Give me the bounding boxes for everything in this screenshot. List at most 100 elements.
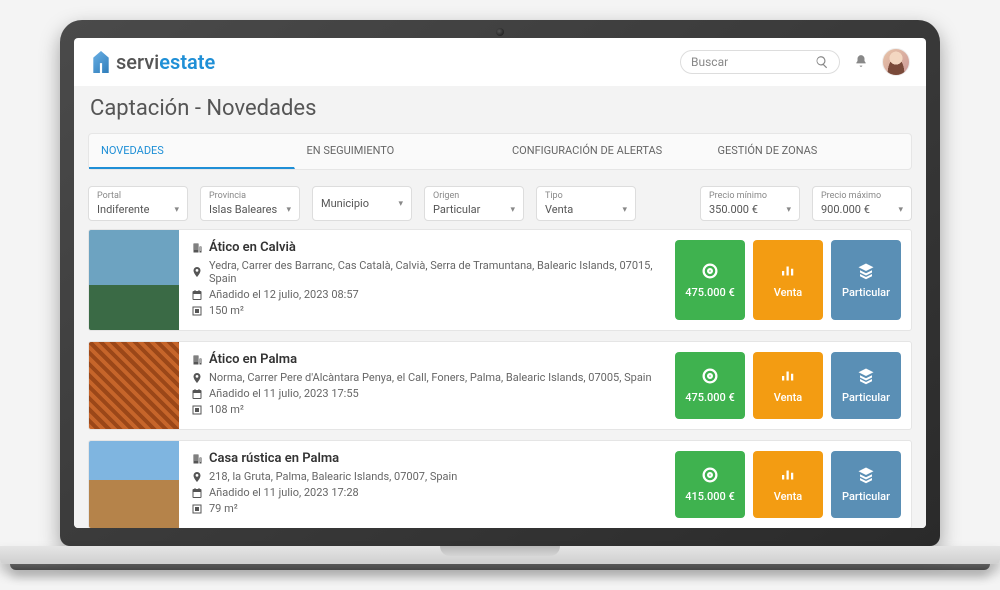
price-button[interactable]: 475.000 € <box>675 240 745 320</box>
filter-municipio[interactable]: Municipio▾ <box>312 186 412 221</box>
listing-row[interactable]: Ático en Palma Norma, Carrer Pere d'Alcà… <box>88 341 912 430</box>
listing-date: Añadido el 11 julio, 2023 17:55 <box>191 387 653 400</box>
listing-info: Casa rústica en Palma 218, la Gruta, Pal… <box>179 441 665 528</box>
calendar-icon <box>191 388 203 400</box>
origin-button[interactable]: Particular <box>831 352 901 419</box>
bars-icon <box>779 466 797 484</box>
brand-text-right: estate <box>159 50 215 74</box>
listing-thumbnail <box>89 342 179 429</box>
listing-area: 79 m² <box>191 502 653 515</box>
bars-icon <box>779 262 797 280</box>
chevron-down-icon: ▾ <box>174 205 179 215</box>
listing-actions: 475.000 € Venta Particular <box>665 342 911 429</box>
screen: serviestate Buscar Captación - Novedades <box>74 38 926 528</box>
listing-date: Añadido el 12 julio, 2023 08:57 <box>191 288 653 301</box>
bell-icon[interactable] <box>854 53 868 72</box>
listings: Ático en Calvià Yedra, Carrer des Barran… <box>88 229 912 528</box>
listing-date: Añadido el 11 julio, 2023 17:28 <box>191 486 653 499</box>
chevron-down-icon: ▾ <box>398 199 403 209</box>
tab-zonas[interactable]: GESTIÓN DE ZONAS <box>706 134 912 169</box>
page-title: Captación - Novedades <box>88 86 912 133</box>
chevron-down-icon: ▾ <box>622 205 627 215</box>
filter-value: Islas Baleares <box>209 203 277 216</box>
filter-value: Particular <box>433 203 480 216</box>
listing-area: 108 m² <box>191 403 653 416</box>
price-button[interactable]: 475.000 € <box>675 352 745 419</box>
filter-tipo[interactable]: Tipo Venta ▾ <box>536 186 636 221</box>
deal-button[interactable]: Venta <box>753 352 823 419</box>
target-icon <box>701 262 719 280</box>
listing-info: Ático en Calvià Yedra, Carrer des Barran… <box>179 230 665 330</box>
filter-precio-min[interactable]: Precio mínimo 350.000 € ▾ <box>700 186 800 221</box>
tab-novedades[interactable]: NOVEDADES <box>89 134 295 169</box>
filter-label: Portal <box>97 191 179 201</box>
brand-logo[interactable]: serviestate <box>90 50 215 74</box>
filter-row: Portal Indiferente ▾ Provincia Islas Bale… <box>88 170 912 229</box>
area-icon <box>191 404 203 416</box>
tab-alertas[interactable]: CONFIGURACIÓN DE ALERTAS <box>500 134 706 169</box>
deal-button[interactable]: Venta <box>753 240 823 320</box>
listing-actions: 415.000 € Venta Particular <box>665 441 911 528</box>
building-icon <box>191 242 203 254</box>
filter-value: Venta <box>545 203 573 216</box>
deal-button[interactable]: Venta <box>753 451 823 518</box>
app-header: serviestate Buscar <box>74 38 926 86</box>
price-button[interactable]: 415.000 € <box>675 451 745 518</box>
filter-value: 350.000 € <box>709 203 758 216</box>
listing-actions: 475.000 € Venta Particular <box>665 230 911 330</box>
header-actions: Buscar <box>680 48 910 76</box>
chevron-down-icon: ▾ <box>898 205 903 215</box>
bars-icon <box>779 367 797 385</box>
tab-seguimiento[interactable]: EN SEGUIMIENTO <box>295 134 501 169</box>
laptop-mockup: serviestate Buscar Captación - Novedades <box>60 20 940 570</box>
building-icon <box>191 354 203 366</box>
filter-label: Precio mínimo <box>709 191 791 201</box>
listing-row[interactable]: Ático en Calvià Yedra, Carrer des Barran… <box>88 229 912 331</box>
calendar-icon <box>191 487 203 499</box>
target-icon <box>701 367 719 385</box>
pin-icon <box>191 471 203 483</box>
filter-label: Tipo <box>545 191 627 201</box>
search-input[interactable]: Buscar <box>680 50 840 74</box>
filter-precio-max[interactable]: Precio máximo 900.000 € ▾ <box>812 186 912 221</box>
building-icon <box>191 453 203 465</box>
screen-bezel: serviestate Buscar Captación - Novedades <box>60 20 940 546</box>
layers-icon <box>857 367 875 385</box>
search-placeholder: Buscar <box>691 55 809 69</box>
listing-title: Casa rústica en Palma <box>191 451 653 466</box>
listing-info: Ático en Palma Norma, Carrer Pere d'Alcà… <box>179 342 665 429</box>
chevron-down-icon: ▾ <box>286 205 291 215</box>
listing-row[interactable]: Casa rústica en Palma 218, la Gruta, Pal… <box>88 440 912 528</box>
page-body: Captación - Novedades NOVEDADES EN SEGUI… <box>74 86 926 528</box>
tabs: NOVEDADES EN SEGUIMIENTO CONFIGURACIÓN D… <box>88 133 912 170</box>
listing-thumbnail <box>89 441 179 528</box>
area-icon <box>191 503 203 515</box>
filter-value: Indiferente <box>97 203 149 216</box>
logo-icon <box>90 51 112 73</box>
layers-icon <box>857 466 875 484</box>
listing-thumbnail <box>89 230 179 330</box>
listing-title: Ático en Calvià <box>191 240 653 255</box>
camera-dot <box>496 28 504 36</box>
filter-origen[interactable]: Origen Particular▾ <box>424 186 524 221</box>
search-icon <box>815 55 829 69</box>
filter-provincia[interactable]: Provincia Islas Baleares ▾ <box>200 186 300 221</box>
chevron-down-icon: ▾ <box>786 205 791 215</box>
avatar[interactable] <box>882 48 910 76</box>
listing-title: Ático en Palma <box>191 352 653 367</box>
listing-address: Norma, Carrer Pere d'Alcàntara Penya, el… <box>191 371 653 384</box>
area-icon <box>191 305 203 317</box>
listing-area: 150 m² <box>191 304 653 317</box>
chevron-down-icon: ▾ <box>510 205 515 215</box>
filter-label: Provincia <box>209 191 291 201</box>
origin-button[interactable]: Particular <box>831 240 901 320</box>
laptop-base <box>0 546 1000 564</box>
laptop-foot <box>10 564 990 570</box>
filter-value: 900.000 € <box>821 203 870 216</box>
listing-address: Yedra, Carrer des Barranc, Cas Català, C… <box>191 259 653 285</box>
brand-text-left: servi <box>116 50 159 74</box>
origin-button[interactable]: Particular <box>831 451 901 518</box>
filter-label: Precio máximo <box>821 191 903 201</box>
pin-icon <box>191 372 203 384</box>
filter-portal[interactable]: Portal Indiferente ▾ <box>88 186 188 221</box>
